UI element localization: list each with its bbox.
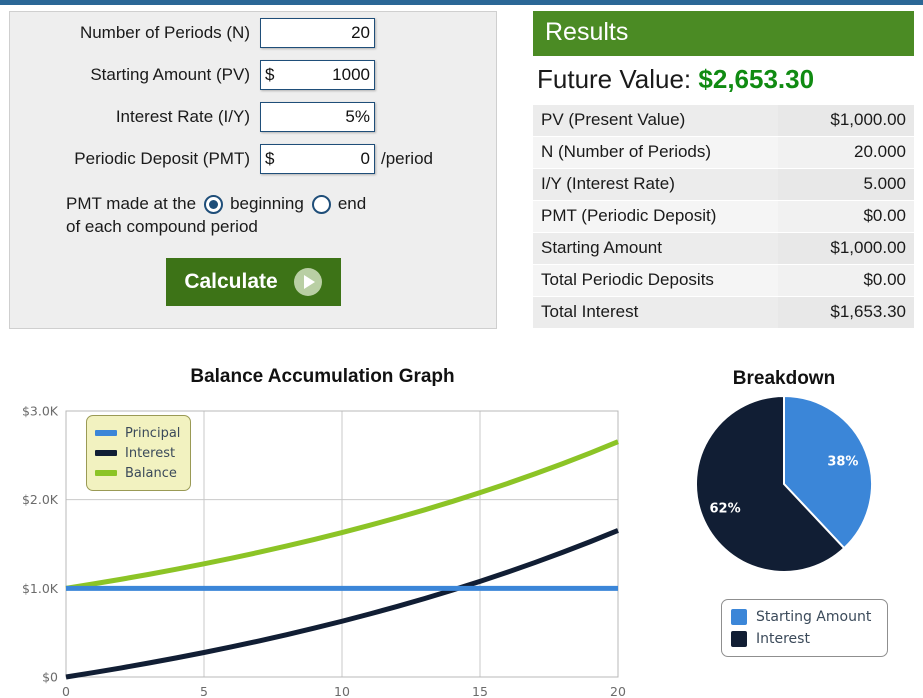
legend-item-interest[interactable]: Interest <box>95 443 182 463</box>
result-value: $1,000.00 <box>778 105 914 137</box>
chart-title: Balance Accumulation Graph <box>190 366 455 387</box>
result-label: Starting Amount <box>533 232 778 265</box>
pie-legend-label-starting-amount: Starting Amount <box>756 609 872 625</box>
radio-label-beginning: beginning <box>230 194 304 213</box>
result-value: 5.000 <box>778 168 914 201</box>
future-value-line: Future Value: $2,653.30 <box>533 56 914 105</box>
svg-text:62%: 62% <box>710 501 741 516</box>
result-label: N (Number of Periods) <box>533 136 778 169</box>
table-row: Total Interest $1,653.30 <box>533 296 914 329</box>
legend-label-balance: Balance <box>125 465 177 481</box>
periodic-deposit-unit-label: /period <box>381 149 433 168</box>
input-interest-rate-value: 5% <box>345 107 370 126</box>
result-label: I/Y (Interest Rate) <box>533 168 778 201</box>
pie-legend-swatch-starting-amount <box>731 609 747 625</box>
svg-text:38%: 38% <box>827 455 858 470</box>
pie-chart-svg: 38% 62% <box>695 394 873 573</box>
pie-legend-item-interest[interactable]: Interest <box>731 628 878 650</box>
result-label: Total Interest <box>533 296 778 329</box>
breakdown-pie-chart: Breakdown 38% 62% Starting Amount Interes… <box>645 362 923 698</box>
input-periodic-deposit-value: 0 <box>360 149 370 168</box>
pie-legend-item-starting-amount[interactable]: Starting Amount <box>731 606 878 628</box>
table-row: PMT (Periodic Deposit) $0.00 <box>533 200 914 233</box>
y-axis-tick-labels: $0 $1.0K $2.0K $3.0K <box>22 404 59 685</box>
pie-legend-label-interest: Interest <box>756 631 810 647</box>
svg-text:$0: $0 <box>42 670 58 685</box>
input-number-of-periods-value: 20 <box>351 23 370 42</box>
result-label: PV (Present Value) <box>533 105 778 137</box>
pmt-timing-prefix-label: PMT made at the <box>66 194 197 213</box>
input-starting-amount-value: 1000 <box>332 65 370 84</box>
results-table: PV (Present Value) $1,000.00 N (Number o… <box>533 105 914 329</box>
svg-text:5: 5 <box>200 684 208 698</box>
pmt-timing-row: PMT made at the beginning end <box>10 194 496 214</box>
svg-text:20: 20 <box>610 684 626 698</box>
label-starting-amount: Starting Amount (PV) <box>90 65 250 84</box>
label-number-of-periods: Number of Periods (N) <box>79 23 250 42</box>
input-starting-amount[interactable]: $ 1000 <box>260 60 375 90</box>
pie-chart-title: Breakdown <box>732 368 836 389</box>
table-row: Total Periodic Deposits $0.00 <box>533 264 914 297</box>
results-header: Results <box>533 11 914 56</box>
pie-slices[interactable] <box>695 394 873 573</box>
table-row: Starting Amount $1,000.00 <box>533 232 914 265</box>
legend-swatch-balance <box>95 470 117 476</box>
currency-symbol-icon: $ <box>265 65 275 84</box>
form-row-interest-rate: Interest Rate (I/Y) 5% <box>10 96 496 138</box>
results-panel: Results Future Value: $2,653.30 PV (Pres… <box>533 11 914 329</box>
play-arrow-icon <box>293 268 322 296</box>
radio-pmt-end[interactable] <box>311 194 331 214</box>
svg-text:10: 10 <box>334 684 350 698</box>
table-row: PV (Present Value) $1,000.00 <box>533 105 914 137</box>
x-axis-tick-labels: 0 5 10 15 20 <box>62 684 626 698</box>
svg-text:0: 0 <box>62 684 70 698</box>
label-interest-rate: Interest Rate (I/Y) <box>115 107 250 126</box>
result-value: $0.00 <box>778 200 914 233</box>
calculate-button-wrap: Calculate <box>10 258 496 306</box>
label-periodic-deposit: Periodic Deposit (PMT) <box>74 149 250 168</box>
future-value-label: Future Value: <box>537 64 692 94</box>
result-label: Total Periodic Deposits <box>533 264 778 297</box>
result-value: $1,653.30 <box>778 296 914 329</box>
legend-label-principal: Principal <box>125 425 181 441</box>
form-row-starting-amount: Starting Amount (PV) $ 1000 <box>10 54 496 96</box>
calculate-button[interactable]: Calculate <box>165 258 341 306</box>
legend-swatch-principal <box>95 430 117 436</box>
pmt-timing-suffix-label: of each compound period <box>66 217 258 236</box>
result-value: $0.00 <box>778 264 914 297</box>
result-value: 20.000 <box>778 136 914 169</box>
svg-text:$2.0K: $2.0K <box>22 492 59 507</box>
input-interest-rate[interactable]: 5% <box>260 102 375 132</box>
radio-pmt-beginning[interactable] <box>204 194 224 214</box>
input-periodic-deposit[interactable]: $ 0 <box>260 144 375 174</box>
form-row-periods: Number of Periods (N) 20 <box>10 12 496 54</box>
result-label: PMT (Periodic Deposit) <box>533 200 778 233</box>
result-value: $1,000.00 <box>778 232 914 265</box>
pie-legend-swatch-interest <box>731 631 747 647</box>
balance-accumulation-chart: Balance Accumulation Graph $0 $1.0K $2.0K $… <box>0 362 645 698</box>
legend-label-interest: Interest <box>125 445 176 461</box>
calculator-form-panel: Number of Periods (N) 20 Starting Amount… <box>9 11 497 329</box>
future-value-amount: $2,653.30 <box>698 64 815 94</box>
top-accent-bar <box>0 0 923 5</box>
currency-symbol-icon: $ <box>265 149 275 168</box>
svg-text:15: 15 <box>472 684 488 698</box>
line-chart-legend[interactable]: Principal Interest Balance <box>86 415 191 491</box>
calculate-button-label: Calculate <box>184 270 278 293</box>
table-row: N (Number of Periods) 20.000 <box>533 136 914 169</box>
radio-label-end: end <box>337 194 367 213</box>
legend-swatch-interest <box>95 450 117 456</box>
input-number-of-periods[interactable]: 20 <box>260 18 375 48</box>
svg-text:$3.0K: $3.0K <box>22 404 59 419</box>
table-row: I/Y (Interest Rate) 5.000 <box>533 168 914 201</box>
legend-item-balance[interactable]: Balance <box>95 463 182 483</box>
legend-item-principal[interactable]: Principal <box>95 423 182 443</box>
svg-text:$1.0K: $1.0K <box>22 581 59 596</box>
form-row-periodic-deposit: Periodic Deposit (PMT) $ 0 /period <box>10 138 496 180</box>
pie-chart-legend[interactable]: Starting Amount Interest <box>721 599 888 657</box>
